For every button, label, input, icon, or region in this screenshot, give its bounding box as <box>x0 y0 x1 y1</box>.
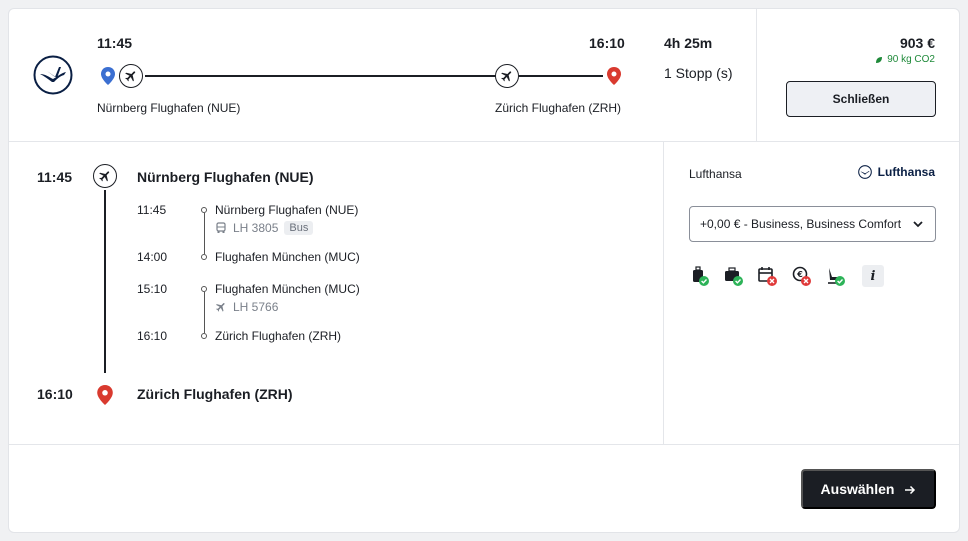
leg1-arr-place: Flughafen München (MUC) <box>215 250 360 264</box>
itinerary-timeline <box>104 190 106 373</box>
flight-card: 11:45 16:10 Nürnberg Flughafen (NUE) Zür… <box>8 8 960 533</box>
fare-class-select[interactable]: +0,00 € - Business, Business Comfort <box>689 206 936 242</box>
summary-divider <box>756 9 757 141</box>
arrival-pin-icon <box>97 385 113 410</box>
co2-info: 90 kg CO2 <box>875 54 935 65</box>
leg2-arr-dot <box>201 333 207 339</box>
plane-icon <box>119 64 143 88</box>
leg1-arr-dot <box>201 254 207 260</box>
price: 903 € <box>899 35 935 51</box>
lufthansa-crane-icon <box>857 165 872 179</box>
origin-airport: Nürnberg Flughafen (NUE) <box>97 101 241 115</box>
svg-text:€: € <box>796 270 803 279</box>
close-button[interactable]: Schließen <box>786 81 936 117</box>
route-line-end <box>519 75 603 77</box>
leg1-line <box>204 213 205 254</box>
leg1-arr-time: 14:00 <box>137 250 168 264</box>
origin-pin-icon <box>101 67 115 90</box>
stops-count: 1 Stopp (s) <box>664 65 733 81</box>
leg1-flight-row: LH 3805 Bus <box>215 221 314 235</box>
bus-icon <box>215 222 227 234</box>
route-line <box>145 75 505 77</box>
details-divider <box>663 141 664 444</box>
fare-class-value: +0,00 € - Business, Business Comfort <box>700 217 902 231</box>
destination-airport: Zürich Flughafen (ZRH) <box>495 101 622 115</box>
flight-duration: 4h 25m <box>664 35 713 51</box>
leg1-flight-number: LH 3805 <box>233 221 279 235</box>
destination-pin-icon <box>607 67 621 90</box>
leg2-flight-row: LH 5766 <box>215 300 278 314</box>
details-bottom-divider <box>9 444 959 445</box>
plane-small-icon <box>215 301 227 313</box>
itinerary-start-place: Nürnberg Flughafen (NUE) <box>137 169 314 185</box>
arrow-right-icon <box>904 483 916 495</box>
leg2-flight-number: LH 5766 <box>233 300 279 314</box>
chevron-down-icon <box>911 217 925 231</box>
leg2-arr-place: Zürich Flughafen (ZRH) <box>215 329 342 343</box>
fare-airline-logo: Lufthansa <box>857 165 935 179</box>
itinerary-start-time: 11:45 <box>37 169 73 185</box>
leg1-dep-place: Nürnberg Flughafen (NUE) <box>215 203 359 217</box>
seat-icon <box>825 265 847 287</box>
airline-wordmark: Lufthansa <box>877 165 935 179</box>
select-button[interactable]: Auswählen <box>801 469 936 509</box>
itinerary-end-time: 16:10 <box>37 386 73 402</box>
fare-airline-name: Lufthansa <box>689 167 742 181</box>
change-date-icon <box>757 265 779 287</box>
depart-time: 11:45 <box>97 35 133 51</box>
leaf-icon <box>875 56 883 64</box>
leg1-dep-time: 11:45 <box>137 203 167 217</box>
departure-plane-icon <box>93 164 117 188</box>
leg2-dep-place: Flughafen München (MUC) <box>215 282 360 296</box>
leg2-arr-time: 16:10 <box>137 329 168 343</box>
summary-bottom-divider <box>9 141 959 142</box>
arrive-time: 16:10 <box>589 35 625 51</box>
stopover-plane-icon <box>495 64 519 88</box>
co2-text: 90 kg CO2 <box>887 54 935 65</box>
carry-on-bag-icon <box>689 265 711 287</box>
leg2-line <box>204 292 205 333</box>
leg2-dep-time: 15:10 <box>137 282 168 296</box>
select-button-label: Auswählen <box>820 481 895 497</box>
airline-logo <box>33 55 73 95</box>
transport-badge: Bus <box>284 221 314 235</box>
info-icon[interactable]: i <box>862 265 884 287</box>
itinerary-end-place: Zürich Flughafen (ZRH) <box>137 386 293 402</box>
refund-icon: € <box>791 265 813 287</box>
checked-bag-icon <box>723 265 745 287</box>
